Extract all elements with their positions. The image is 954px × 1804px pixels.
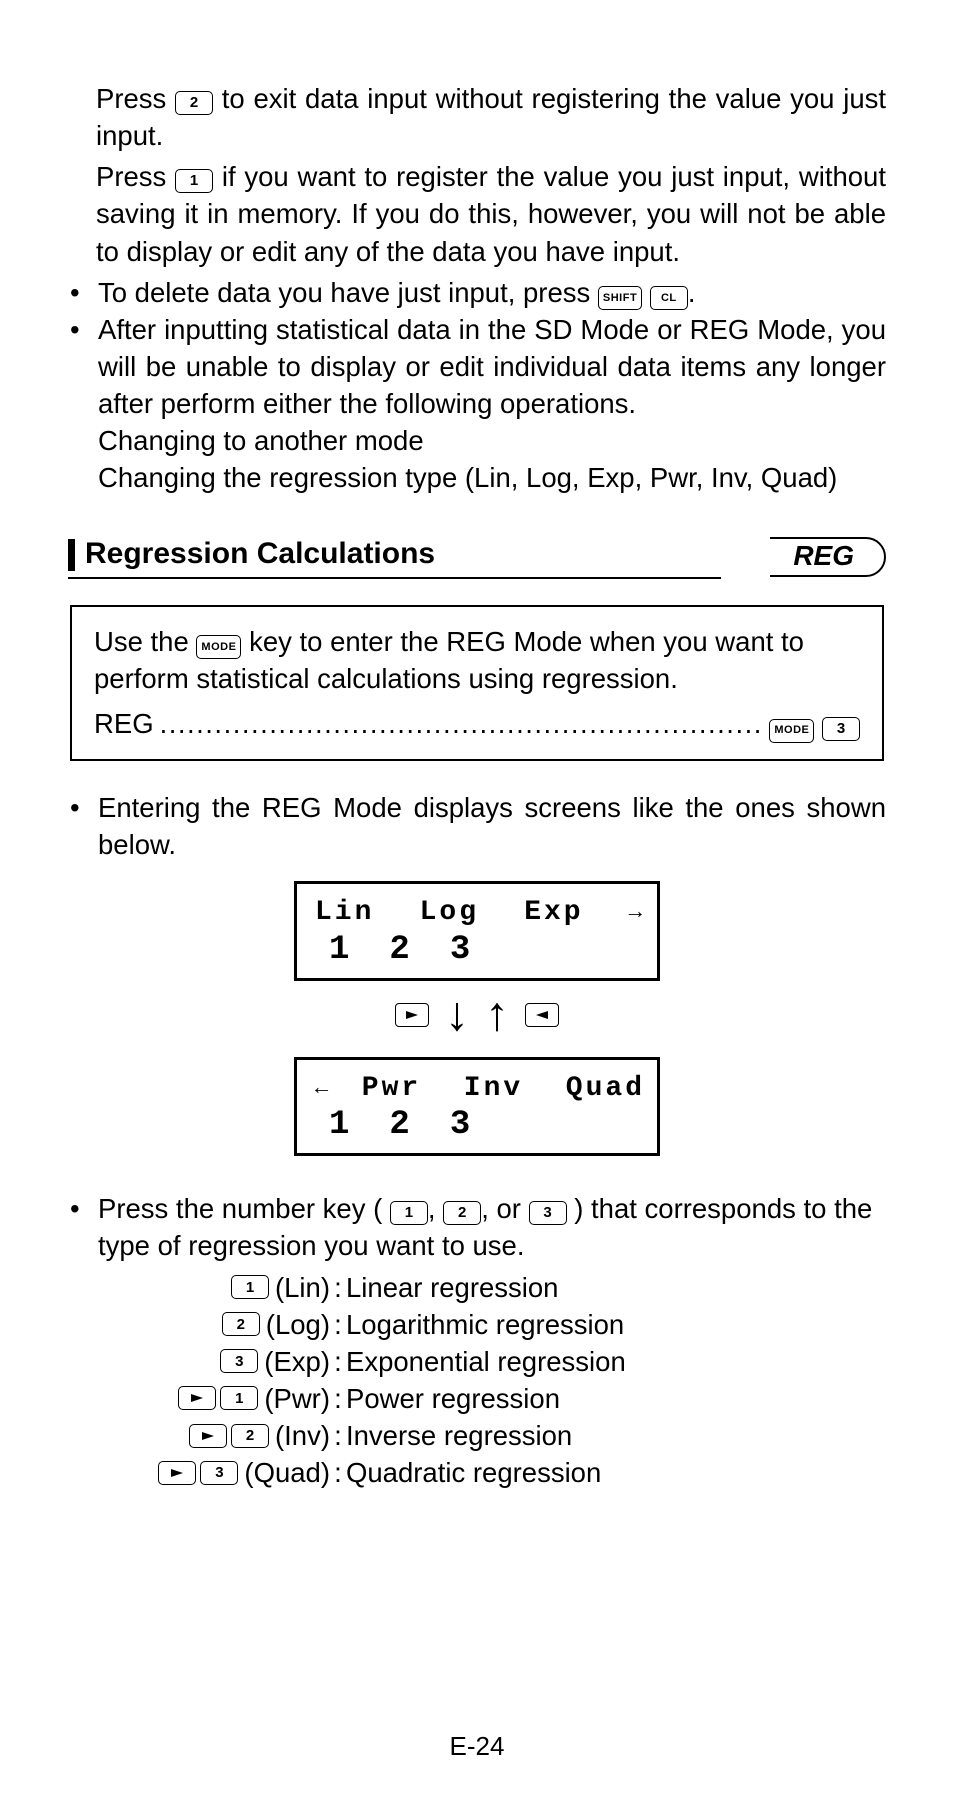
text: REG: [94, 705, 154, 742]
arrow-down-icon: ↓: [445, 991, 469, 1039]
key-1-icon: 1: [231, 1275, 269, 1299]
text: (Lin): [275, 1269, 330, 1306]
text: 2: [389, 931, 449, 969]
mode-entry-row: REG ....................................…: [94, 705, 860, 743]
bullet-icon: •: [68, 789, 98, 863]
manual-page: Press 2 to exit data input without regis…: [0, 0, 954, 1804]
list-item: 3 (Exp) : Exponential regression: [130, 1343, 886, 1380]
cursor-right-key-icon: [178, 1386, 216, 1410]
text: Press: [96, 161, 175, 192]
text: Use the MODE key to enter the REG Mode w…: [94, 623, 860, 697]
arrow-up-icon: ↑: [485, 991, 509, 1039]
text: Quadratic regression: [346, 1454, 601, 1491]
text: Changing to another mode: [98, 422, 886, 459]
display-screen: Lin Log Exp → 123: [294, 881, 660, 981]
bullet-icon: •: [68, 311, 98, 497]
text: Quad: [566, 1070, 645, 1108]
list-item: • Entering the REG Mode displays screens…: [68, 789, 886, 863]
text: (Inv): [275, 1417, 330, 1454]
key-1-icon: 1: [220, 1386, 258, 1410]
key-3-icon: 3: [220, 1349, 258, 1373]
text: (Exp): [264, 1343, 330, 1380]
text: 3: [450, 1106, 510, 1144]
list-item: 3 (Quad) : Quadratic regression: [130, 1454, 886, 1491]
text: Pwr: [362, 1070, 421, 1108]
key-2-icon: 2: [443, 1201, 481, 1225]
text: 1: [329, 1106, 389, 1144]
key-3-icon: 3: [822, 717, 860, 741]
cursor-right-key-icon: [395, 1003, 429, 1027]
list-item: • After inputting statistical data in th…: [68, 311, 886, 497]
cursor-right-key-icon: [158, 1461, 196, 1485]
text: , or: [481, 1193, 528, 1224]
paragraph: Press 2 to exit data input without regis…: [68, 80, 886, 154]
list-item: 2 (Log) : Logarithmic regression: [130, 1306, 886, 1343]
list-item: • Press the number key ( 1, 2, or 3 ) th…: [68, 1190, 886, 1264]
info-box: Use the MODE key to enter the REG Mode w…: [70, 605, 884, 761]
key-1-icon: 1: [175, 169, 213, 193]
text: To delete data you have just input, pres…: [98, 277, 598, 308]
key-mode-icon: MODE: [769, 719, 814, 743]
section-title: Regression Calculations: [85, 534, 435, 575]
list-item: 1 (Lin) : Linear regression: [130, 1269, 886, 1306]
key-cl-icon: CL: [650, 286, 688, 310]
text: After inputting statistical data in the …: [98, 311, 886, 422]
key-shift-icon: SHIFT: [598, 286, 642, 310]
text: if you want to register the value you ju…: [96, 161, 886, 266]
text: Inv: [464, 1070, 523, 1108]
list-item: • To delete data you have just input, pr…: [68, 274, 886, 311]
key-2-icon: 2: [231, 1424, 269, 1448]
text: Power regression: [346, 1380, 560, 1417]
text: ,: [428, 1193, 443, 1224]
cursor-right-key-icon: [189, 1424, 227, 1448]
list-item: 1 (Pwr) : Power regression: [130, 1380, 886, 1417]
text: Linear regression: [346, 1269, 558, 1306]
key-1-icon: 1: [390, 1201, 428, 1225]
screen-switch-row: ↓ ↑: [68, 991, 886, 1039]
key-3-icon: 3: [529, 1201, 567, 1225]
text: (Quad): [244, 1454, 330, 1491]
text: Logarithmic regression: [346, 1306, 624, 1343]
section-header: Regression Calculations REG: [68, 534, 886, 579]
text: Lin: [315, 894, 374, 932]
mode-badge: REG: [741, 537, 886, 577]
list-item: 2 (Inv) : Inverse regression: [130, 1417, 886, 1454]
text: to exit data input without registering t…: [96, 83, 886, 151]
page-number: E-24: [0, 1729, 954, 1764]
bullet-icon: •: [68, 274, 98, 311]
leader-dots: ........................................…: [154, 705, 770, 742]
section-bar-icon: [68, 539, 75, 571]
key-2-icon: 2: [222, 1312, 260, 1336]
text: Press: [96, 83, 175, 114]
text: (Pwr): [264, 1380, 330, 1417]
text: (Log): [266, 1306, 330, 1343]
text: Inverse regression: [346, 1417, 572, 1454]
text: Press the number key (: [98, 1193, 382, 1224]
text: 2: [389, 1106, 449, 1144]
paragraph: Press 1 if you want to register the valu…: [68, 158, 886, 269]
key-3-icon: 3: [200, 1461, 238, 1485]
text: Exp: [524, 894, 583, 932]
regression-type-list: 1 (Lin) : Linear regression 2 (Log) : Lo…: [130, 1269, 886, 1492]
text: 3: [450, 931, 510, 969]
cursor-left-key-icon: [525, 1003, 559, 1027]
arrow-left-icon: ←: [315, 1074, 331, 1104]
text: Exponential regression: [346, 1343, 626, 1380]
bullet-icon: •: [68, 1190, 98, 1264]
text: Log: [420, 894, 479, 932]
display-screen: ← Pwr Inv Quad 123: [294, 1057, 660, 1157]
text: Entering the REG Mode displays screens l…: [98, 789, 886, 863]
text: 1: [329, 931, 389, 969]
key-mode-icon: MODE: [196, 635, 241, 659]
text: Changing the regression type (Lin, Log, …: [98, 459, 886, 496]
arrow-right-icon: →: [629, 898, 645, 928]
key-2-icon: 2: [175, 91, 213, 115]
text: .: [688, 277, 696, 308]
